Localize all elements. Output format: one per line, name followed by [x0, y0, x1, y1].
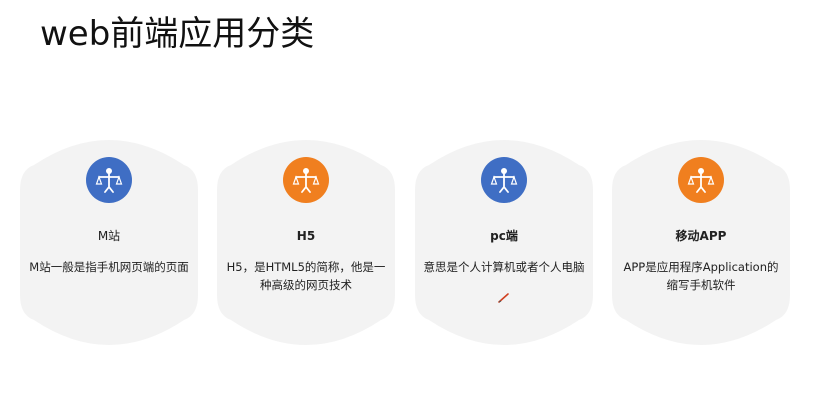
- card-description: H5，是HTML5的简称，他是一种高级的网页技术: [226, 260, 386, 292]
- category-card-h5: H5 H5，是HTML5的简称，他是一种高级的网页技术: [217, 130, 395, 355]
- category-card-m-site: M站 M站一般是指手机网页端的页面: [20, 130, 198, 355]
- card-title: pc端: [490, 229, 518, 243]
- card-title: H5: [296, 229, 316, 243]
- balance-person-icon: [481, 157, 527, 203]
- card-title: M站: [97, 229, 121, 243]
- card-title: 移动APP: [675, 229, 727, 243]
- balance-person-icon: [283, 157, 329, 203]
- slide-canvas: web前端应用分类 M站 M站一般是指手机网页端的页面 H5 H5，是HTML5…: [0, 0, 822, 405]
- balance-person-icon: [678, 157, 724, 203]
- card-description: 意思是个人计算机或者个人电脑: [423, 260, 585, 274]
- category-card-mobile-app: 移动APP APP是应用程序Application的缩写手机软件: [612, 130, 790, 355]
- card-description: M站一般是指手机网页端的页面: [29, 260, 189, 274]
- card-description: APP是应用程序Application的缩写手机软件: [623, 260, 779, 292]
- pen-cursor-icon: [498, 293, 509, 303]
- balance-person-icon: [86, 157, 132, 203]
- slide-title: web前端应用分类: [40, 14, 315, 54]
- category-card-pc: pc端 意思是个人计算机或者个人电脑: [415, 130, 593, 355]
